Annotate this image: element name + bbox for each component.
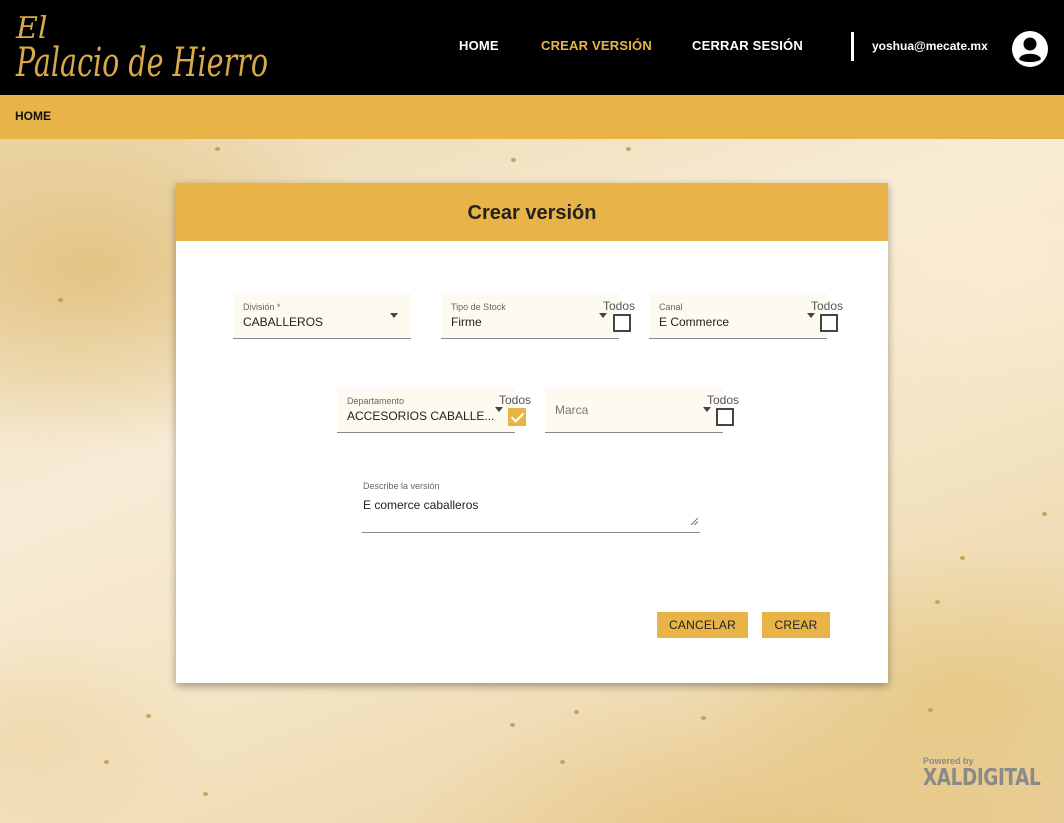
top-navbar: El Palacio de Hierro HOME CREAR VERSIÓN … bbox=[0, 0, 1064, 95]
tipo-stock-todos-checkbox[interactable] bbox=[613, 314, 631, 332]
nav-cerrar-sesion[interactable]: CERRAR SESIÓN bbox=[692, 38, 803, 56]
marca-select[interactable]: Marca bbox=[545, 387, 723, 433]
marca-todos-checkbox[interactable] bbox=[716, 408, 734, 426]
tipo-stock-value: Firme bbox=[451, 315, 482, 329]
powered-by-xaldigital: Powered by XALDIGITAL bbox=[923, 756, 1064, 790]
dialog-title: Crear versión bbox=[467, 202, 597, 224]
descripcion-label: Describe la versión bbox=[363, 481, 440, 491]
departamento-value: ACCESORIOS CABALLE... bbox=[347, 409, 495, 423]
create-button[interactable]: CREAR bbox=[762, 612, 830, 638]
user-circle-icon[interactable] bbox=[1012, 31, 1048, 67]
descripcion-textarea[interactable]: Describe la versión E comerce caballeros bbox=[362, 473, 700, 533]
crear-version-dialog: Crear versión División * CABALLEROS Tipo… bbox=[176, 183, 888, 683]
division-select[interactable]: División * CABALLEROS bbox=[233, 293, 411, 339]
user-email: yoshua@mecate.mx bbox=[872, 39, 988, 53]
breadcrumb[interactable]: HOME bbox=[15, 109, 51, 123]
canal-todos-label: Todos bbox=[811, 299, 844, 313]
departamento-select[interactable]: Departamento ACCESORIOS CABALLE... bbox=[337, 387, 515, 433]
cancel-button[interactable]: CANCELAR bbox=[657, 612, 748, 638]
chevron-down-icon bbox=[703, 407, 711, 412]
nav-divider bbox=[851, 32, 854, 61]
nav-crear-version[interactable]: CREAR VERSIÓN bbox=[541, 38, 652, 56]
departamento-todos-label: Todos bbox=[499, 393, 532, 407]
division-label: División * bbox=[243, 302, 281, 312]
chevron-down-icon bbox=[390, 313, 398, 318]
marca-placeholder: Marca bbox=[555, 403, 589, 417]
chevron-down-icon bbox=[807, 313, 815, 318]
chevron-down-icon bbox=[495, 407, 503, 412]
chevron-down-icon bbox=[599, 313, 607, 318]
breadcrumb-bar bbox=[0, 95, 1064, 139]
xaldigital-brand: XALDIGITAL bbox=[923, 765, 1041, 791]
departamento-label: Departamento bbox=[347, 396, 405, 406]
nav-home[interactable]: HOME bbox=[459, 38, 499, 56]
descripcion-value: E comerce caballeros bbox=[363, 498, 479, 512]
tipo-stock-todos-label: Todos bbox=[603, 299, 636, 313]
canal-label: Canal bbox=[659, 302, 683, 312]
canal-todos-checkbox[interactable] bbox=[820, 314, 838, 332]
tipo-stock-label: Tipo de Stock bbox=[451, 302, 506, 312]
canal-value: E Commerce bbox=[659, 315, 730, 329]
svg-text:Palacio de Hierro: Palacio de Hierro bbox=[15, 40, 268, 86]
division-value: CABALLEROS bbox=[243, 315, 324, 329]
resize-handle-icon[interactable] bbox=[691, 518, 698, 525]
palacio-de-hierro-logo[interactable]: El Palacio de Hierro bbox=[12, 4, 274, 86]
departamento-todos-checkbox[interactable] bbox=[508, 408, 526, 426]
marca-todos-label: Todos bbox=[707, 393, 740, 407]
tipo-stock-select[interactable]: Tipo de Stock Firme bbox=[441, 293, 619, 339]
canal-select[interactable]: Canal E Commerce bbox=[649, 293, 827, 339]
